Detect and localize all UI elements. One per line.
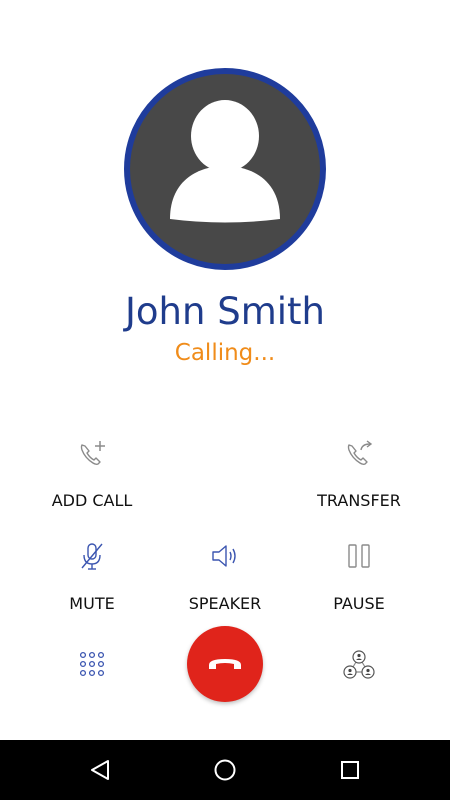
add-call-label[interactable]: ADD CALL xyxy=(12,491,172,510)
add-call-button[interactable] xyxy=(76,438,108,475)
mute-button[interactable] xyxy=(76,540,108,577)
pause-label[interactable]: PAUSE xyxy=(279,594,439,613)
person-silhouette-icon xyxy=(170,100,280,223)
navigation-bar xyxy=(0,740,450,800)
speaker-icon xyxy=(212,545,236,567)
nav-recents-button[interactable] xyxy=(338,758,362,787)
dialpad-button[interactable] xyxy=(78,650,106,683)
transfer-button[interactable] xyxy=(343,438,375,475)
back-triangle-icon xyxy=(91,760,109,780)
mic-off-icon xyxy=(81,543,103,570)
end-call-button[interactable] xyxy=(187,626,263,702)
home-circle-icon xyxy=(214,759,236,781)
hangup-icon xyxy=(209,659,241,669)
phone-plus-icon xyxy=(80,441,105,466)
recents-square-icon xyxy=(341,761,359,779)
conference-icon xyxy=(343,650,375,679)
contact-avatar xyxy=(124,68,326,270)
nav-back-button[interactable] xyxy=(88,758,112,787)
pause-button[interactable] xyxy=(343,540,375,577)
transfer-label[interactable]: TRANSFER xyxy=(279,491,439,510)
speaker-button[interactable] xyxy=(209,540,241,577)
nav-home-button[interactable] xyxy=(213,758,237,787)
phone-forward-icon xyxy=(347,440,373,466)
conference-button[interactable] xyxy=(343,649,375,686)
contact-name: John Smith xyxy=(125,290,325,333)
call-status: Calling... xyxy=(174,340,276,366)
dialpad-icon xyxy=(79,651,105,677)
pause-icon xyxy=(348,544,370,568)
